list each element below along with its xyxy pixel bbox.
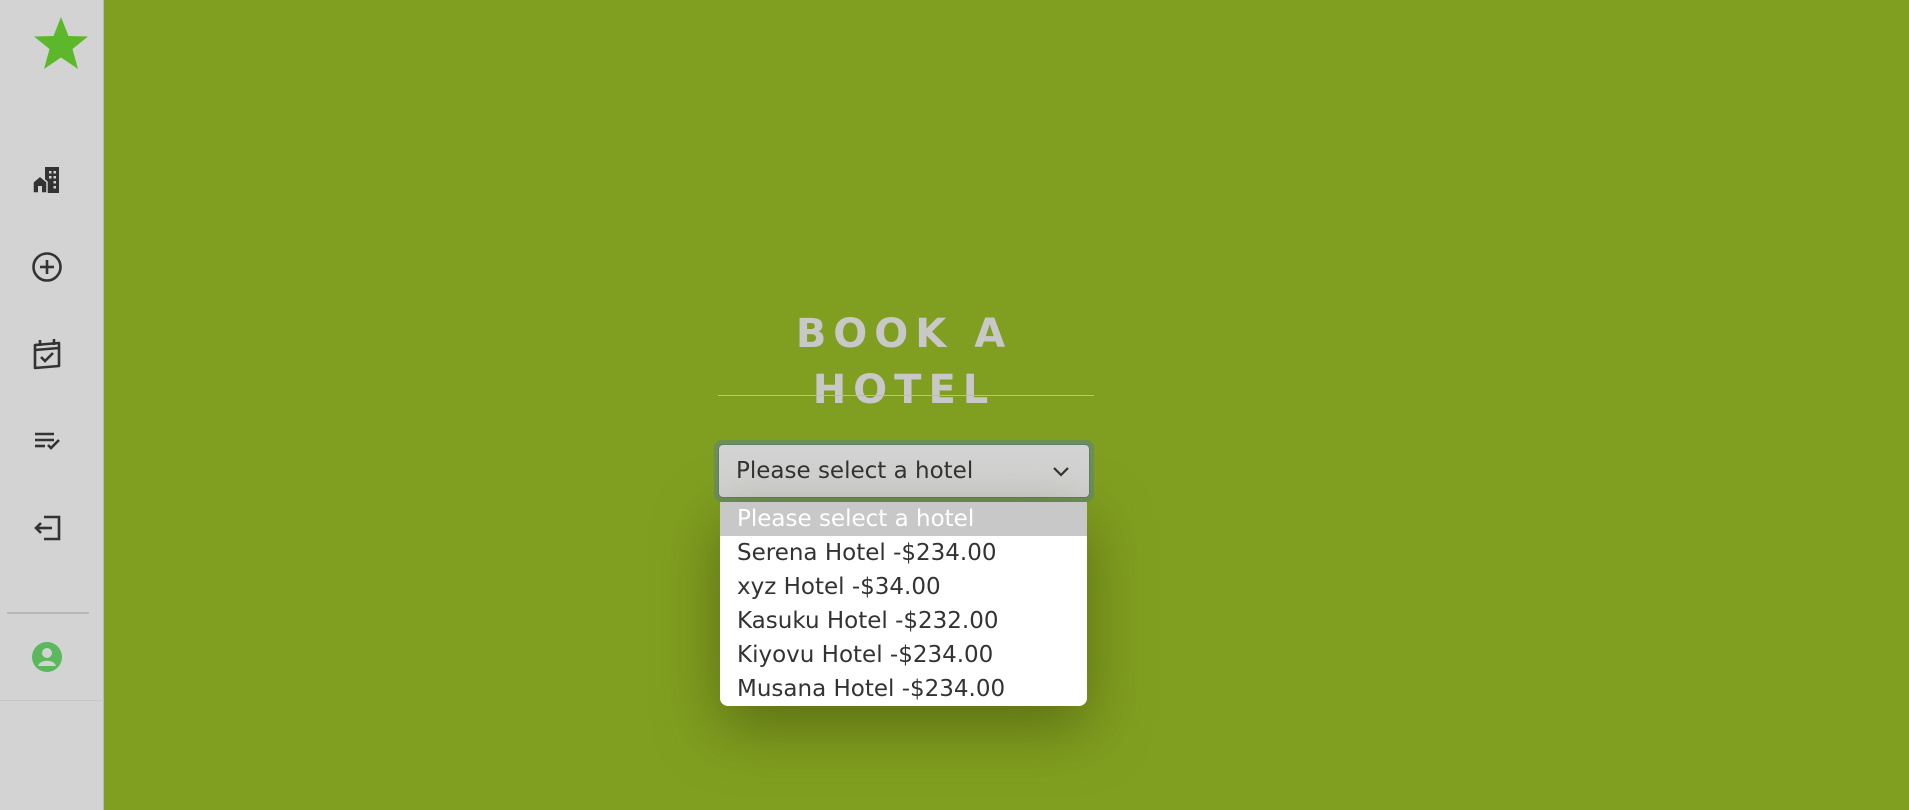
user-avatar-icon[interactable] xyxy=(27,637,67,677)
calendar-check-icon[interactable] xyxy=(27,334,67,374)
hotel-options-dropdown: Please select a hotel Serena Hotel -$234… xyxy=(720,502,1087,706)
hotel-select-box[interactable]: Please select a hotel xyxy=(718,444,1090,498)
add-circle-icon[interactable] xyxy=(27,247,67,287)
hotel-option[interactable]: Kiyovu Hotel -$234.00 xyxy=(720,638,1087,672)
star-logo-icon[interactable] xyxy=(30,14,92,76)
sidebar-bottom-divider xyxy=(0,700,104,701)
hotel-select-value: Please select a hotel xyxy=(736,458,974,484)
hotel-option[interactable]: Please select a hotel xyxy=(720,502,1087,536)
chevron-down-icon xyxy=(1053,467,1069,477)
page-title: BOOK A HOTEL xyxy=(795,311,1013,413)
sidebar-divider xyxy=(7,612,89,614)
hotel-option[interactable]: xyz Hotel -$34.00 xyxy=(720,570,1087,604)
hotel-select[interactable]: Please select a hotel xyxy=(714,440,1094,502)
hotel-building-icon[interactable] xyxy=(27,160,67,200)
sidebar xyxy=(0,0,104,810)
list-check-icon[interactable] xyxy=(27,421,67,461)
hotel-option[interactable]: Kasuku Hotel -$232.00 xyxy=(720,604,1087,638)
hotel-option[interactable]: Musana Hotel -$234.00 xyxy=(720,672,1087,706)
hotel-option[interactable]: Serena Hotel -$234.00 xyxy=(720,536,1087,570)
title-divider xyxy=(718,395,1094,396)
logout-icon[interactable] xyxy=(27,508,67,548)
